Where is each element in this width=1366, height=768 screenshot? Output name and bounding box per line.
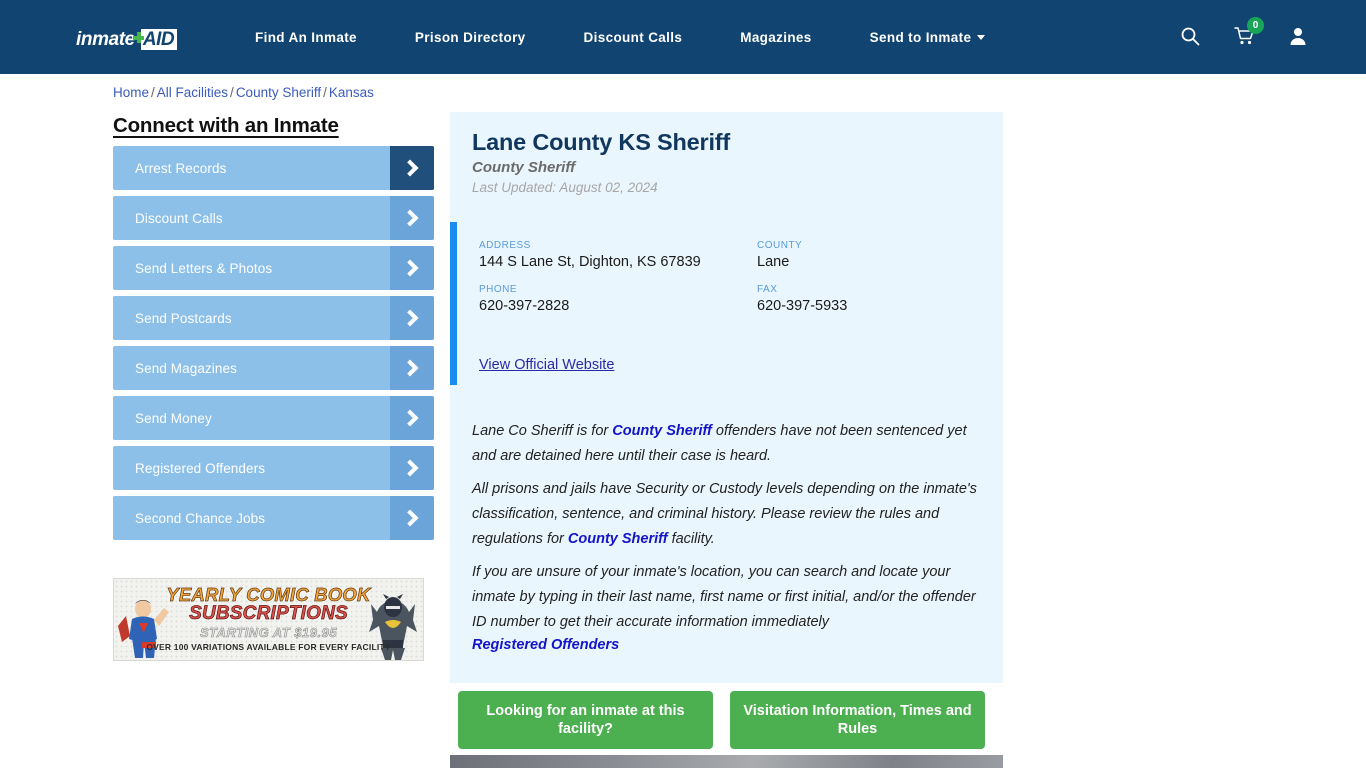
field-label: FAX: [757, 284, 778, 295]
cart-icon[interactable]: 0: [1234, 17, 1264, 48]
sidebar-item-label: Arrest Records: [135, 160, 227, 176]
view-official-website-link[interactable]: View Official Website: [479, 357, 614, 373]
sidebar-item-label: Second Chance Jobs: [135, 510, 266, 526]
facility-contact-block: ADDRESS 144 S Lane St, Dighton, KS 67839…: [450, 222, 1003, 385]
nav-item-send-to-inmate[interactable]: Send to Inmate: [870, 30, 986, 45]
sidebar-item-discount-calls[interactable]: Discount Calls: [113, 196, 434, 240]
cart-count-badge: 0: [1247, 17, 1264, 34]
field-value: 144 S Lane St, Dighton, KS 67839: [479, 254, 701, 270]
logo-aid: AID: [140, 29, 178, 50]
breadcrumb-separator: /: [323, 85, 327, 100]
description-paragraph-2: All prisons and jails have Security or C…: [472, 477, 992, 552]
field-value: Lane: [757, 254, 790, 270]
sidebar-item-registered-offenders[interactable]: Registered Offenders: [113, 446, 434, 490]
breadcrumb-item-home[interactable]: Home: [113, 85, 149, 100]
facility-field-phone: PHONE 620-397-2828: [479, 284, 757, 316]
sidebar-item-label: Send Magazines: [135, 360, 237, 376]
chevron-right-icon: [390, 146, 434, 190]
page-title: Lane County KS Sheriff: [472, 129, 731, 155]
breadcrumb: Home / All Facilities / County Sheriff / Kansa…: [113, 85, 374, 100]
cta-button-row: Looking for an inmate at this facility? …: [458, 691, 985, 749]
registered-offenders-link[interactable]: Registered Offenders: [472, 637, 619, 653]
facility-photo: [450, 755, 1003, 768]
nav-item-prison-directory[interactable]: Prison Directory: [415, 30, 526, 45]
breadcrumb-item-all-facilities[interactable]: All Facilities: [157, 85, 228, 100]
chevron-right-icon: [390, 396, 434, 440]
nav-item-discount-calls[interactable]: Discount Calls: [584, 30, 683, 45]
field-label: ADDRESS: [479, 240, 531, 251]
nav-item-send-to-inmate-label: Send to Inmate: [869, 29, 972, 45]
description-paragraph-3: If you are unsure of your inmate's locat…: [472, 564, 976, 630]
sidebar-title: Connect with an Inmate: [113, 114, 339, 137]
field-value: 620-397-5933: [757, 298, 848, 314]
main-navigation: Find An Inmate Prison Directory Discount…: [255, 0, 986, 74]
facility-type: County Sheriff: [472, 159, 576, 176]
field-label: COUNTY: [757, 240, 803, 251]
chevron-right-icon: [390, 346, 434, 390]
field-label: PHONE: [479, 284, 518, 295]
sidebar-item-send-magazines[interactable]: Send Magazines: [113, 346, 434, 390]
county-sheriff-link[interactable]: County Sheriff: [568, 531, 668, 547]
county-sheriff-link[interactable]: County Sheriff: [612, 423, 712, 439]
chevron-right-icon: [390, 446, 434, 490]
site-logo[interactable]: inmate AID: [76, 24, 178, 50]
paragraph-text: All prisons and jails have Security or C…: [472, 481, 977, 547]
sidebar-item-label: Registered Offenders: [135, 460, 266, 476]
paragraph-text: Lane Co Sheriff is for: [472, 423, 613, 439]
breadcrumb-separator: /: [151, 85, 155, 100]
comic-book-ad-banner[interactable]: YEARLY COMIC BOOK SUBSCRIPTIONS STARTING…: [113, 578, 424, 661]
breadcrumb-separator: /: [230, 85, 234, 100]
description-paragraph-1: Lane Co Sheriff is for County Sheriff of…: [472, 419, 992, 469]
sidebar-item-send-postcards[interactable]: Send Postcards: [113, 296, 434, 340]
sidebar-item-label: Send Letters & Photos: [135, 260, 273, 276]
paragraph-text: facility.: [667, 531, 715, 547]
chevron-down-icon: [977, 34, 986, 40]
facility-field-address: ADDRESS 144 S Lane St, Dighton, KS 67839: [479, 240, 757, 272]
site-header: inmate AID Find An Inmate Prison Directo…: [0, 0, 1366, 74]
facility-field-county: COUNTY Lane: [757, 240, 989, 272]
facility-contact-grid: ADDRESS 144 S Lane St, Dighton, KS 67839…: [479, 240, 989, 316]
sidebar-item-label: Send Money: [135, 410, 212, 426]
nav-item-find-an-inmate[interactable]: Find An Inmate: [255, 30, 357, 45]
ad-line-3: STARTING AT $19.95: [199, 625, 338, 641]
ad-line-4: OVER 100 VARIATIONS AVAILABLE FOR EVERY …: [146, 642, 391, 652]
facility-info-card: Lane County KS Sheriff County Sheriff La…: [450, 112, 1003, 683]
user-account-icon[interactable]: [1288, 26, 1308, 48]
search-icon[interactable]: [1180, 26, 1200, 48]
sidebar-menu: Arrest Records Discount Calls Send Lette…: [113, 146, 434, 546]
sidebar-item-label: Send Postcards: [135, 310, 232, 326]
sidebar-item-label: Discount Calls: [135, 210, 223, 226]
chevron-right-icon: [390, 246, 434, 290]
field-value: 620-397-2828: [479, 298, 570, 314]
breadcrumb-item-county-sheriff[interactable]: County Sheriff: [236, 85, 321, 100]
facility-field-fax: FAX 620-397-5933: [757, 284, 989, 316]
sidebar-item-arrest-records[interactable]: Arrest Records: [113, 146, 434, 190]
chevron-right-icon: [390, 496, 434, 540]
chevron-right-icon: [390, 296, 434, 340]
header-icon-group: 0: [1180, 0, 1308, 74]
ad-line-2: SUBSCRIPTIONS: [189, 603, 348, 625]
logo-word: inmate: [76, 29, 135, 50]
sidebar-item-send-money[interactable]: Send Money: [113, 396, 434, 440]
last-updated-text: Last Updated: August 02, 2024: [472, 180, 658, 195]
looking-for-inmate-button[interactable]: Looking for an inmate at this facility?: [458, 691, 713, 749]
breadcrumb-item-kansas[interactable]: Kansas: [329, 85, 374, 100]
nav-item-magazines[interactable]: Magazines: [740, 30, 811, 45]
plus-icon: [132, 32, 144, 43]
visitation-information-button[interactable]: Visitation Information, Times and Rules: [730, 691, 985, 749]
sidebar-item-send-letters-photos[interactable]: Send Letters & Photos: [113, 246, 434, 290]
chevron-right-icon: [390, 196, 434, 240]
sidebar-item-second-chance-jobs[interactable]: Second Chance Jobs: [113, 496, 434, 540]
